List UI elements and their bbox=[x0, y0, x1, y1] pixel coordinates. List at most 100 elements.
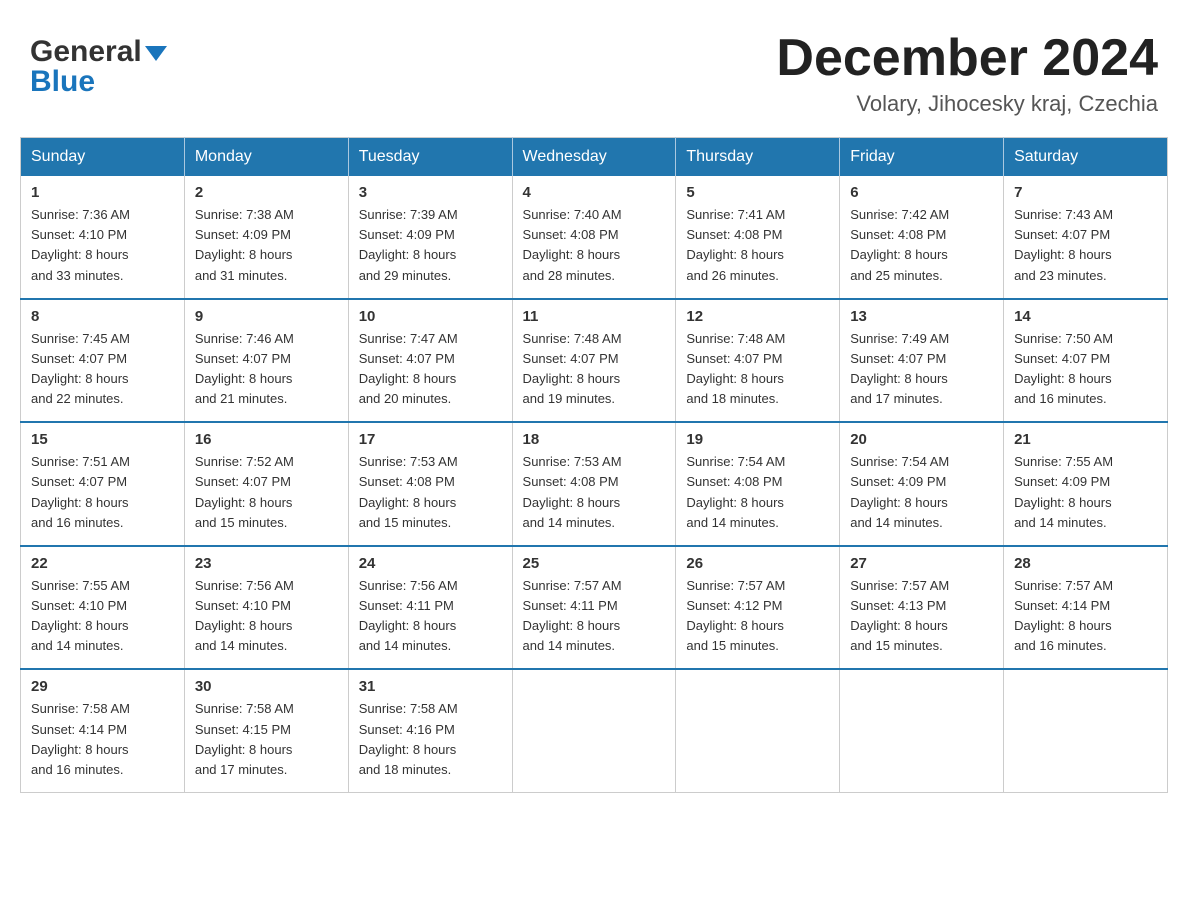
calendar-cell: 10Sunrise: 7:47 AMSunset: 4:07 PMDayligh… bbox=[348, 299, 512, 423]
day-number: 2 bbox=[195, 184, 338, 201]
calendar-cell: 30Sunrise: 7:58 AMSunset: 4:15 PMDayligh… bbox=[184, 669, 348, 792]
day-number: 29 bbox=[31, 678, 174, 695]
logo-triangle-icon bbox=[145, 46, 167, 61]
day-number: 7 bbox=[1014, 184, 1157, 201]
day-number: 9 bbox=[195, 308, 338, 325]
calendar-cell bbox=[1004, 669, 1168, 792]
calendar-cell: 20 Sunrise: 7:54 AMSunset: 4:09 PMDayligh… bbox=[840, 422, 1004, 546]
day-info: Sunrise: 7:43 AMSunset: 4:07 PMDaylight:… bbox=[1014, 205, 1157, 286]
day-info: Sunrise: 7:51 AMSunset: 4:07 PMDaylight:… bbox=[31, 452, 174, 533]
day-number: 19 bbox=[686, 431, 829, 448]
calendar-cell: 17 Sunrise: 7:53 AMSunset: 4:08 PMDayligh… bbox=[348, 422, 512, 546]
calendar-cell: 26 Sunrise: 7:57 AMSunset: 4:12 PMDayligh… bbox=[676, 546, 840, 670]
calendar-cell: 23 Sunrise: 7:56 AMSunset: 4:10 PMDayligh… bbox=[184, 546, 348, 670]
day-number: 12 bbox=[686, 308, 829, 325]
calendar-cell bbox=[512, 669, 676, 792]
calendar-cell: 28 Sunrise: 7:57 AMSunset: 4:14 PMDayligh… bbox=[1004, 546, 1168, 670]
day-info: Sunrise: 7:45 AMSunset: 4:07 PMDaylight:… bbox=[31, 329, 174, 410]
weekday-header-tuesday: Tuesday bbox=[348, 138, 512, 177]
calendar-cell: 14 Sunrise: 7:50 AMSunset: 4:07 PMDayligh… bbox=[1004, 299, 1168, 423]
calendar-cell: 15Sunrise: 7:51 AMSunset: 4:07 PMDayligh… bbox=[21, 422, 185, 546]
weekday-header-sunday: Sunday bbox=[21, 138, 185, 177]
day-number: 11 bbox=[523, 308, 666, 325]
day-info: Sunrise: 7:46 AMSunset: 4:07 PMDaylight:… bbox=[195, 329, 338, 410]
calendar-cell: 18 Sunrise: 7:53 AMSunset: 4:08 PMDayligh… bbox=[512, 422, 676, 546]
calendar-cell: 25 Sunrise: 7:57 AMSunset: 4:11 PMDayligh… bbox=[512, 546, 676, 670]
day-info: Sunrise: 7:50 AMSunset: 4:07 PMDaylight:… bbox=[1014, 329, 1157, 410]
day-info: Sunrise: 7:57 AMSunset: 4:12 PMDaylight:… bbox=[686, 576, 829, 657]
calendar-cell: 21Sunrise: 7:55 AMSunset: 4:09 PMDayligh… bbox=[1004, 422, 1168, 546]
week-row-5: 29Sunrise: 7:58 AMSunset: 4:14 PMDayligh… bbox=[21, 669, 1168, 792]
day-number: 28 bbox=[1014, 555, 1157, 572]
day-number: 25 bbox=[523, 555, 666, 572]
day-info: Sunrise: 7:53 AMSunset: 4:08 PMDaylight:… bbox=[523, 452, 666, 533]
calendar-cell: 19 Sunrise: 7:54 AMSunset: 4:08 PMDayligh… bbox=[676, 422, 840, 546]
day-info: Sunrise: 7:52 AMSunset: 4:07 PMDaylight:… bbox=[195, 452, 338, 533]
day-info: Sunrise: 7:38 AMSunset: 4:09 PMDaylight:… bbox=[195, 205, 338, 286]
calendar-cell: 16Sunrise: 7:52 AMSunset: 4:07 PMDayligh… bbox=[184, 422, 348, 546]
day-number: 13 bbox=[850, 308, 993, 325]
calendar-cell: 8 Sunrise: 7:45 AMSunset: 4:07 PMDaylight… bbox=[21, 299, 185, 423]
day-number: 27 bbox=[850, 555, 993, 572]
day-info: Sunrise: 7:55 AMSunset: 4:10 PMDaylight:… bbox=[31, 576, 174, 657]
day-info: Sunrise: 7:57 AMSunset: 4:13 PMDaylight:… bbox=[850, 576, 993, 657]
day-number: 24 bbox=[359, 555, 502, 572]
day-number: 26 bbox=[686, 555, 829, 572]
weekday-header-saturday: Saturday bbox=[1004, 138, 1168, 177]
day-number: 31 bbox=[359, 678, 502, 695]
day-info: Sunrise: 7:56 AMSunset: 4:10 PMDaylight:… bbox=[195, 576, 338, 657]
title-block: December 2024 Volary, Jihocesky kraj, Cz… bbox=[776, 30, 1158, 117]
day-number: 3 bbox=[359, 184, 502, 201]
calendar-cell: 22 Sunrise: 7:55 AMSunset: 4:10 PMDayligh… bbox=[21, 546, 185, 670]
calendar-cell: 2 Sunrise: 7:38 AMSunset: 4:09 PMDaylight… bbox=[184, 176, 348, 299]
week-row-3: 15Sunrise: 7:51 AMSunset: 4:07 PMDayligh… bbox=[21, 422, 1168, 546]
calendar-cell: 5 Sunrise: 7:41 AMSunset: 4:08 PMDaylight… bbox=[676, 176, 840, 299]
day-number: 1 bbox=[31, 184, 174, 201]
calendar-subtitle: Volary, Jihocesky kraj, Czechia bbox=[776, 91, 1158, 117]
day-info: Sunrise: 7:55 AMSunset: 4:09 PMDaylight:… bbox=[1014, 452, 1157, 533]
day-info: Sunrise: 7:56 AMSunset: 4:11 PMDaylight:… bbox=[359, 576, 502, 657]
calendar-cell: 9 Sunrise: 7:46 AMSunset: 4:07 PMDaylight… bbox=[184, 299, 348, 423]
week-row-1: 1Sunrise: 7:36 AMSunset: 4:10 PMDaylight… bbox=[21, 176, 1168, 299]
day-info: Sunrise: 7:57 AMSunset: 4:14 PMDaylight:… bbox=[1014, 576, 1157, 657]
day-info: Sunrise: 7:54 AMSunset: 4:08 PMDaylight:… bbox=[686, 452, 829, 533]
logo-general-text: General bbox=[30, 35, 142, 69]
page-header: General Blue December 2024 Volary, Jihoc… bbox=[20, 20, 1168, 117]
day-number: 17 bbox=[359, 431, 502, 448]
weekday-header-row: SundayMondayTuesdayWednesdayThursdayFrid… bbox=[21, 138, 1168, 177]
day-number: 18 bbox=[523, 431, 666, 448]
calendar-cell: 27 Sunrise: 7:57 AMSunset: 4:13 PMDayligh… bbox=[840, 546, 1004, 670]
day-number: 14 bbox=[1014, 308, 1157, 325]
day-info: Sunrise: 7:54 AMSunset: 4:09 PMDaylight:… bbox=[850, 452, 993, 533]
calendar-cell: 7 Sunrise: 7:43 AMSunset: 4:07 PMDaylight… bbox=[1004, 176, 1168, 299]
day-number: 8 bbox=[31, 308, 174, 325]
day-info: Sunrise: 7:39 AMSunset: 4:09 PMDaylight:… bbox=[359, 205, 502, 286]
weekday-header-monday: Monday bbox=[184, 138, 348, 177]
day-number: 30 bbox=[195, 678, 338, 695]
day-info: Sunrise: 7:49 AMSunset: 4:07 PMDaylight:… bbox=[850, 329, 993, 410]
day-info: Sunrise: 7:53 AMSunset: 4:08 PMDaylight:… bbox=[359, 452, 502, 533]
calendar-cell bbox=[676, 669, 840, 792]
week-row-2: 8 Sunrise: 7:45 AMSunset: 4:07 PMDaylight… bbox=[21, 299, 1168, 423]
calendar-cell: 31 Sunrise: 7:58 AMSunset: 4:16 PMDayligh… bbox=[348, 669, 512, 792]
calendar-cell: 4 Sunrise: 7:40 AMSunset: 4:08 PMDaylight… bbox=[512, 176, 676, 299]
day-info: Sunrise: 7:48 AMSunset: 4:07 PMDaylight:… bbox=[523, 329, 666, 410]
calendar-cell: 11 Sunrise: 7:48 AMSunset: 4:07 PMDayligh… bbox=[512, 299, 676, 423]
day-number: 6 bbox=[850, 184, 993, 201]
day-info: Sunrise: 7:42 AMSunset: 4:08 PMDaylight:… bbox=[850, 205, 993, 286]
day-number: 22 bbox=[31, 555, 174, 572]
day-number: 10 bbox=[359, 308, 502, 325]
day-info: Sunrise: 7:41 AMSunset: 4:08 PMDaylight:… bbox=[686, 205, 829, 286]
calendar-cell: 24 Sunrise: 7:56 AMSunset: 4:11 PMDayligh… bbox=[348, 546, 512, 670]
day-number: 4 bbox=[523, 184, 666, 201]
week-row-4: 22 Sunrise: 7:55 AMSunset: 4:10 PMDayligh… bbox=[21, 546, 1168, 670]
day-number: 5 bbox=[686, 184, 829, 201]
day-info: Sunrise: 7:58 AMSunset: 4:16 PMDaylight:… bbox=[359, 699, 502, 780]
calendar-cell: 13 Sunrise: 7:49 AMSunset: 4:07 PMDayligh… bbox=[840, 299, 1004, 423]
day-number: 23 bbox=[195, 555, 338, 572]
day-info: Sunrise: 7:57 AMSunset: 4:11 PMDaylight:… bbox=[523, 576, 666, 657]
calendar-cell: 29Sunrise: 7:58 AMSunset: 4:14 PMDayligh… bbox=[21, 669, 185, 792]
day-number: 20 bbox=[850, 431, 993, 448]
day-info: Sunrise: 7:40 AMSunset: 4:08 PMDaylight:… bbox=[523, 205, 666, 286]
day-info: Sunrise: 7:48 AMSunset: 4:07 PMDaylight:… bbox=[686, 329, 829, 410]
